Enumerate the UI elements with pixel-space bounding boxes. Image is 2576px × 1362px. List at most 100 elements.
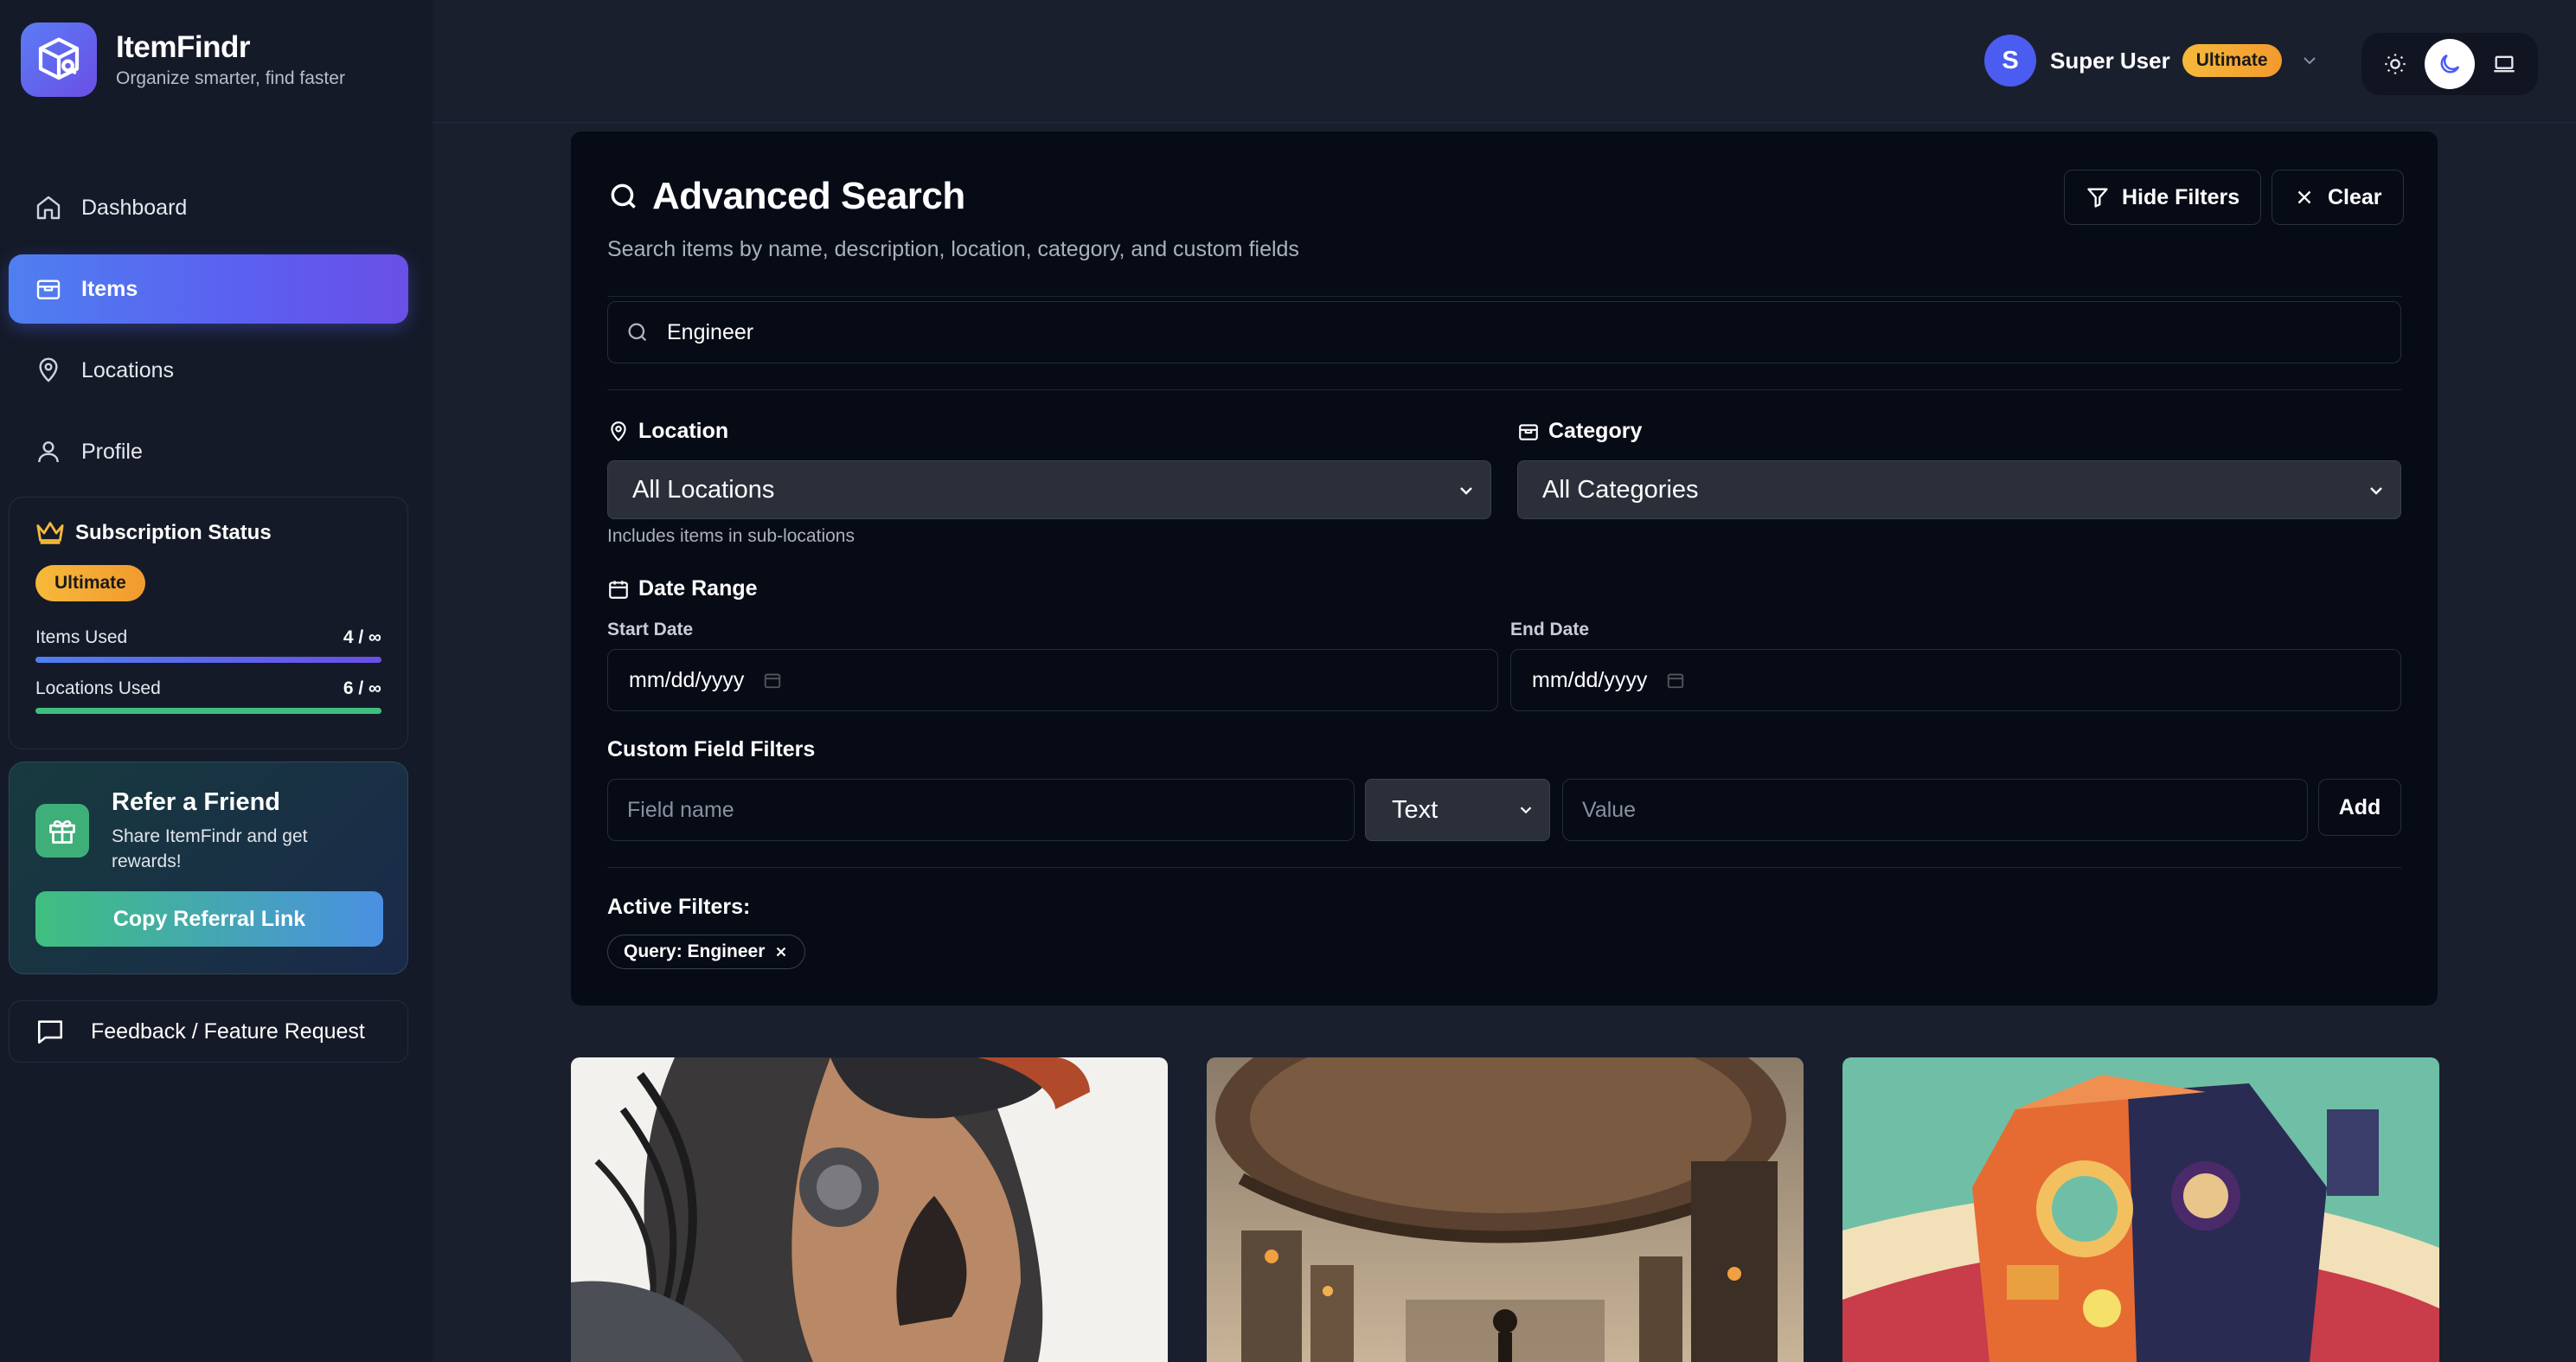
chevron-down-icon: [2303, 57, 2316, 65]
divider: [607, 389, 2401, 390]
date-range-label: Date Range: [607, 576, 758, 601]
item-card-image[interactable]: [1842, 1057, 2439, 1362]
subscription-title: Subscription Status: [35, 520, 381, 546]
steampunk-city-image: [1207, 1057, 1804, 1362]
field-type-select[interactable]: Text: [1365, 779, 1550, 841]
theme-toggle: [2361, 33, 2538, 95]
category-select-value: All Categories: [1542, 475, 1699, 504]
main-nav: Dashboard Items Locations Profile: [9, 173, 408, 498]
location-select-value: All Locations: [632, 475, 775, 504]
category-label-text: Category: [1548, 419, 1643, 443]
category-select[interactable]: All Categories: [1517, 460, 2401, 519]
location-label-text: Location: [638, 419, 729, 443]
field-name-placeholder: Field name: [627, 797, 734, 822]
referral-subtitle: Share ItemFindr and get rewards!: [112, 826, 308, 871]
custom-field-filters-label: Custom Field Filters: [607, 737, 815, 762]
locations-used-value: 6 / ∞: [343, 678, 381, 698]
home-icon: [36, 196, 61, 220]
active-filters-label: Active Filters:: [607, 895, 750, 920]
system-theme-button[interactable]: [2479, 39, 2529, 89]
gift-icon: [35, 804, 89, 858]
cyborg-portrait-image: [571, 1057, 1168, 1362]
nav-item-profile[interactable]: Profile: [9, 417, 408, 486]
package-icon: [1519, 423, 1538, 440]
active-filter-chip[interactable]: Query: Engineer: [607, 935, 806, 969]
referral-card: Refer a Friend Share ItemFindr and get r…: [9, 761, 408, 974]
nav-label-profile: Profile: [81, 439, 143, 464]
end-date-input[interactable]: mm/dd/yyyy: [1510, 649, 2401, 711]
close-icon[interactable]: [773, 944, 789, 960]
start-date-value: mm/dd/yyyy: [629, 667, 745, 692]
item-card-image[interactable]: [1207, 1057, 1804, 1362]
start-date-label: Start Date: [607, 620, 694, 639]
items-usage-row: Items Used 4 / ∞: [35, 627, 381, 648]
hide-filters-button[interactable]: Hide Filters: [2064, 170, 2262, 225]
page-description: Search items by name, description, locat…: [607, 237, 1299, 261]
nav-item-locations[interactable]: Locations: [9, 336, 408, 405]
brand-name: ItemFindr: [116, 30, 250, 64]
field-type-value: Text: [1392, 795, 1439, 824]
search-icon: [628, 323, 647, 342]
subscription-title-text: Subscription Status: [75, 521, 272, 544]
user-menu[interactable]: S Super User Ultimate: [1984, 35, 2320, 87]
end-date-value: mm/dd/yyyy: [1532, 667, 1648, 692]
item-card-image[interactable]: [571, 1057, 1168, 1362]
chevron-down-icon: [1520, 806, 1532, 814]
location-label: Location: [607, 419, 728, 444]
calendar-icon: [765, 673, 781, 689]
nav-item-dashboard[interactable]: Dashboard: [9, 173, 408, 242]
light-theme-button[interactable]: [2370, 39, 2420, 89]
end-date-label: End Date: [1510, 620, 1590, 639]
nav-label-items: Items: [81, 276, 138, 301]
feedback-button[interactable]: Feedback / Feature Request: [9, 1000, 408, 1063]
custom-field-filters-text: Custom Field Filters: [607, 737, 816, 761]
locations-usage-row: Locations Used 6 / ∞: [35, 678, 381, 699]
panel-title: Advanced Search: [607, 175, 965, 218]
package-icon: [36, 279, 61, 299]
location-hint: Includes items in sub-locations: [607, 526, 855, 546]
copy-referral-link-button[interactable]: Copy Referral Link: [35, 891, 383, 947]
clear-button[interactable]: Clear: [2272, 170, 2404, 225]
brand-logo-icon: [21, 22, 97, 97]
date-range-label-text: Date Range: [638, 576, 758, 601]
location-select[interactable]: All Locations: [607, 460, 1491, 519]
field-name-input[interactable]: Field name: [607, 779, 1355, 841]
retro-robot-image: [1842, 1057, 2439, 1362]
brand[interactable]: ItemFindr Organize smarter, find faster: [21, 22, 345, 97]
message-square-icon: [37, 1020, 63, 1044]
search-input[interactable]: Engineer: [607, 301, 2401, 363]
nav-label-locations: Locations: [81, 357, 175, 382]
top-header: S Super User Ultimate: [433, 0, 2576, 123]
calendar-icon: [1668, 673, 1684, 689]
items-usage-bar: [35, 657, 381, 663]
avatar: S: [1984, 35, 2036, 87]
category-label: Category: [1517, 419, 1642, 444]
items-used-label: Items Used: [35, 627, 128, 647]
chevron-down-icon: [1460, 487, 1472, 495]
close-icon: [2297, 190, 2311, 204]
user-plan-badge: Ultimate: [2182, 44, 2282, 77]
sidebar: ItemFindr Organize smarter, find faster …: [0, 0, 433, 1362]
user-icon: [38, 441, 59, 463]
divider: [607, 296, 2401, 297]
items-used-value: 4 / ∞: [343, 627, 381, 647]
locations-used-label: Locations Used: [35, 678, 161, 698]
dark-theme-button[interactable]: [2424, 39, 2475, 89]
filter-icon: [2087, 188, 2108, 208]
field-value-placeholder: Value: [1582, 797, 1637, 822]
plan-badge: Ultimate: [35, 565, 145, 601]
start-date-input[interactable]: mm/dd/yyyy: [607, 649, 1498, 711]
calendar-icon: [609, 580, 628, 599]
nav-item-items[interactable]: Items: [9, 254, 408, 324]
active-filters-text: Active Filters:: [607, 895, 751, 919]
advanced-search-panel: Advanced Search Search items by name, de…: [571, 132, 2438, 1005]
add-filter-button[interactable]: Add: [2318, 779, 2401, 836]
feedback-label: Feedback / Feature Request: [91, 1018, 365, 1044]
field-value-input[interactable]: Value: [1562, 779, 2308, 841]
map-pin-icon: [39, 357, 58, 382]
subscription-card: Subscription Status Ultimate Items Used …: [9, 497, 408, 749]
map-pin-icon: [611, 421, 626, 441]
locations-usage-bar: [35, 708, 381, 714]
user-name: Super User: [2050, 47, 2170, 74]
referral-title: Refer a Friend: [112, 788, 280, 816]
